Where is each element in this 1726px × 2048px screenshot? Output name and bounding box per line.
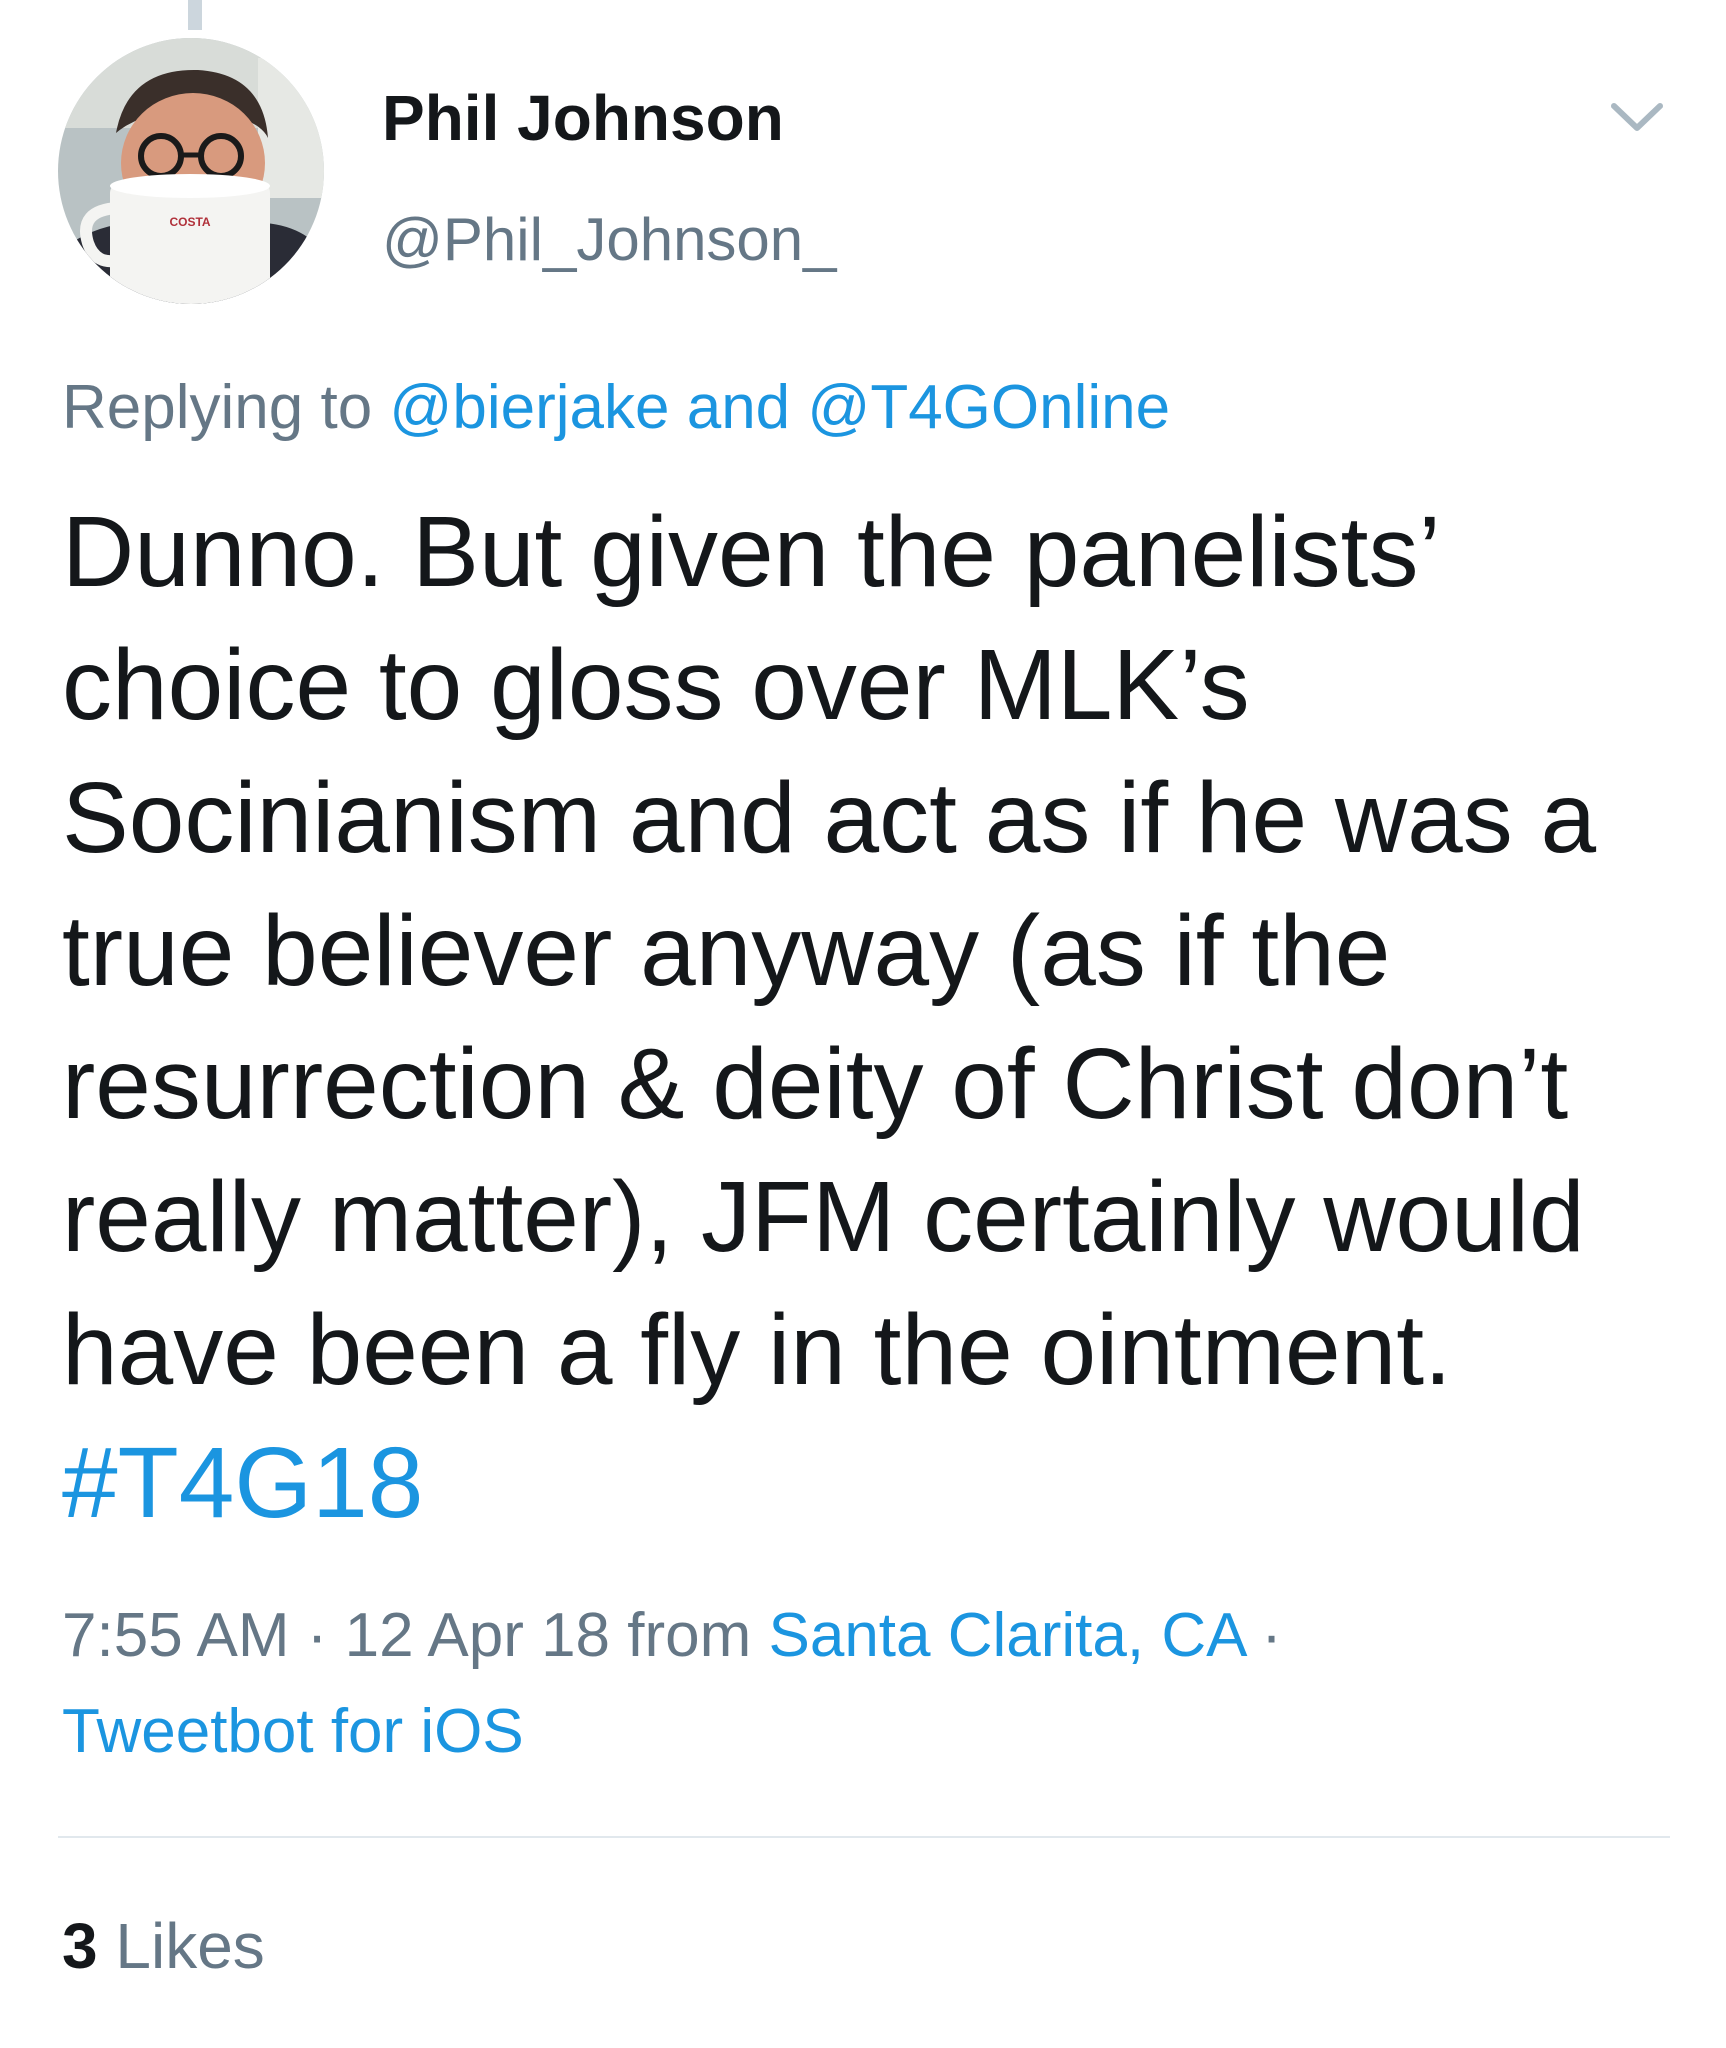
reply-conjunction: and xyxy=(669,373,808,442)
tweet-date: 12 Apr 18 xyxy=(344,1601,611,1670)
tweet-body: Dunno. But given the panelists’ choice t… xyxy=(62,496,1597,1406)
client-link[interactable]: Tweetbot for iOS xyxy=(62,1697,524,1766)
thread-connector-line xyxy=(188,0,202,30)
replying-to-line: Replying to @bierjake and @T4GOnline xyxy=(62,368,1170,448)
tweet-time: 7:55 AM xyxy=(62,1601,290,1670)
more-menu-button[interactable] xyxy=(1602,92,1672,142)
tweet-metadata: 7:55 AM · 12 Apr 18 from Santa Clarita, … xyxy=(62,1588,1662,1780)
reply-user-link-bierjake[interactable]: @bierjake xyxy=(389,373,669,442)
avatar[interactable]: COSTA xyxy=(58,38,324,304)
divider xyxy=(58,1836,1670,1838)
author-name[interactable]: Phil Johnson xyxy=(382,78,784,158)
from-label: from xyxy=(610,1601,769,1670)
chevron-down-icon xyxy=(1611,103,1663,131)
likes-label: Likes xyxy=(97,1910,265,1982)
likes-count: 3 xyxy=(62,1910,98,1982)
meta-separator: · xyxy=(1244,1601,1282,1670)
avatar-photo: COSTA xyxy=(58,38,324,304)
tweet-text: Dunno. But given the panelists’ choice t… xyxy=(62,486,1682,1550)
author-handle[interactable]: @Phil_Johnson_ xyxy=(382,202,837,278)
mug-logo: COSTA xyxy=(169,215,210,229)
hashtag-link[interactable]: #T4G18 xyxy=(62,1427,423,1539)
meta-separator: · xyxy=(289,1601,345,1670)
location-link[interactable]: Santa Clarita, CA xyxy=(768,1601,1244,1670)
reply-user-link-t4gonline[interactable]: @T4GOnline xyxy=(807,373,1170,442)
likes-count-link[interactable]: 3 Likes xyxy=(62,1906,265,1986)
replying-prefix: Replying to xyxy=(62,373,390,442)
